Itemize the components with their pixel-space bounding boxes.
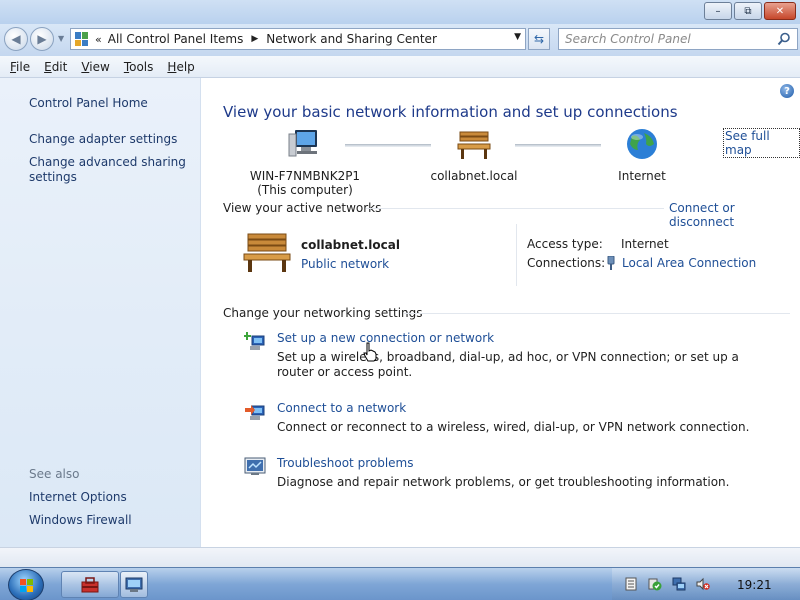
breadcrumb-separator-icon[interactable]: ▶: [251, 34, 258, 44]
network-node-computer[interactable]: WIN-F7NMBNK2P1 (This computer): [244, 128, 366, 197]
bench-icon: [457, 131, 491, 159]
sidebar-change-adapter-settings[interactable]: Change adapter settings: [29, 132, 177, 147]
network-tray-icon[interactable]: [672, 577, 686, 591]
clock[interactable]: 19:21: [737, 578, 772, 592]
network-bench-icon: [243, 233, 291, 272]
network-location-type-link[interactable]: Public network: [301, 257, 389, 271]
address-bar[interactable]: « All Control Panel Items ▶ Network and …: [70, 28, 526, 50]
see-also-heading: See also: [29, 467, 80, 481]
section-divider: [404, 313, 790, 314]
connect-to-network-description: Connect or reconnect to a wireless, wire…: [277, 420, 750, 434]
sidebar-internet-options[interactable]: Internet Options: [29, 490, 127, 505]
help-icon[interactable]: ?: [780, 84, 794, 98]
sidebar: Control Panel Home Change adapter settin…: [0, 78, 201, 547]
search-input[interactable]: [565, 32, 765, 46]
forward-button[interactable]: ▶: [30, 27, 54, 51]
network-node-internet[interactable]: Internet: [602, 128, 682, 183]
setup-new-connection-link[interactable]: Set up a new connection or network: [277, 331, 494, 345]
troubleshoot-icon: [244, 457, 266, 475]
main-content: ? View your basic network information an…: [202, 78, 800, 547]
computer-icon: [288, 130, 317, 157]
status-bar: [0, 547, 800, 567]
breadcrumb-network-sharing-center[interactable]: Network and Sharing Center: [266, 32, 437, 46]
sidebar-windows-firewall[interactable]: Windows Firewall: [29, 513, 132, 528]
hand-cursor-icon: [363, 342, 377, 362]
setup-new-connection-description: Set up a wireless, broadband, dial-up, a…: [277, 350, 739, 379]
navigation-bar: ◀ ▶ ▼ « All Control Panel Items ▶ Networ…: [0, 24, 800, 56]
globe-icon: [627, 129, 657, 159]
connection-line: [345, 144, 431, 147]
connect-network-icon: [245, 405, 265, 420]
menu-edit[interactable]: Edit: [44, 60, 67, 74]
toolbox-icon: [81, 576, 99, 592]
title-bar: – ⧉ ✕: [0, 0, 800, 24]
notes-icon[interactable]: [624, 577, 638, 591]
computer-sub-label: (This computer): [257, 183, 353, 197]
back-button[interactable]: ◀: [4, 27, 28, 51]
menu-file[interactable]: File: [10, 60, 30, 74]
search-icon[interactable]: [777, 32, 791, 46]
start-button[interactable]: [8, 569, 44, 600]
access-type-label: Access type:: [527, 237, 603, 251]
taskbar-control-panel-button[interactable]: [120, 571, 148, 598]
connection-line: [515, 144, 601, 147]
connect-disconnect-link[interactable]: Connect or disconnect: [669, 201, 800, 229]
taskbar: [0, 567, 800, 600]
sidebar-control-panel-home[interactable]: Control Panel Home: [29, 96, 148, 111]
domain-name: collabnet.local: [430, 169, 518, 183]
troubleshoot-problems-description: Diagnose and repair network problems, or…: [277, 475, 730, 489]
back-arrow-icon: ◀: [11, 32, 21, 46]
networking-settings-heading: Change your networking settings: [223, 306, 423, 320]
minimize-button[interactable]: –: [704, 2, 732, 20]
network-node-domain[interactable]: collabnet.local: [424, 128, 524, 183]
menu-tools[interactable]: Tools: [124, 60, 154, 74]
recent-pages-dropdown-icon[interactable]: ▼: [58, 34, 64, 43]
windows-logo-icon: [20, 579, 33, 592]
close-button[interactable]: ✕: [764, 2, 796, 20]
ethernet-cable-icon: [607, 256, 615, 270]
refresh-button[interactable]: ⇆: [528, 28, 550, 50]
control-panel-icon: [75, 32, 89, 46]
computer-name: WIN-F7NMBNK2P1: [249, 169, 361, 183]
volume-muted-icon[interactable]: [696, 577, 710, 591]
breadcrumb-all-control-panel-items[interactable]: All Control Panel Items: [108, 32, 244, 46]
section-divider: [366, 208, 664, 209]
system-tray: [612, 568, 800, 600]
menu-view[interactable]: View: [81, 60, 109, 74]
access-type-value: Internet: [621, 237, 669, 251]
menu-help[interactable]: Help: [167, 60, 194, 74]
forward-arrow-icon: ▶: [37, 32, 47, 46]
security-check-icon[interactable]: [648, 577, 662, 591]
maximize-button[interactable]: ⧉: [734, 2, 762, 20]
troubleshoot-problems-link[interactable]: Troubleshoot problems: [277, 456, 413, 470]
active-network-name: collabnet.local: [301, 238, 400, 252]
window-controls: – ⧉ ✕: [704, 2, 796, 20]
taskbar-toolbox-button[interactable]: [61, 571, 119, 598]
address-overflow-chevron[interactable]: «: [95, 33, 102, 46]
search-box[interactable]: [558, 28, 798, 50]
menu-bar: File Edit View Tools Help: [0, 56, 800, 78]
internet-label: Internet: [618, 169, 666, 183]
refresh-icon: ⇆: [533, 32, 545, 46]
page-title: View your basic network information and …: [223, 103, 678, 121]
vertical-divider: [516, 224, 517, 286]
network-window-icon: [125, 577, 143, 592]
address-dropdown-icon[interactable]: ▼: [514, 32, 521, 42]
new-connection-icon: [244, 332, 265, 350]
see-full-map-link[interactable]: See full map: [723, 128, 800, 158]
local-area-connection-link[interactable]: Local Area Connection: [622, 256, 756, 270]
connections-label: Connections:: [527, 256, 606, 270]
sidebar-change-advanced-sharing[interactable]: Change advanced sharing settings: [29, 155, 189, 185]
connect-to-network-link[interactable]: Connect to a network: [277, 401, 406, 415]
active-networks-heading: View your active networks: [223, 201, 382, 215]
